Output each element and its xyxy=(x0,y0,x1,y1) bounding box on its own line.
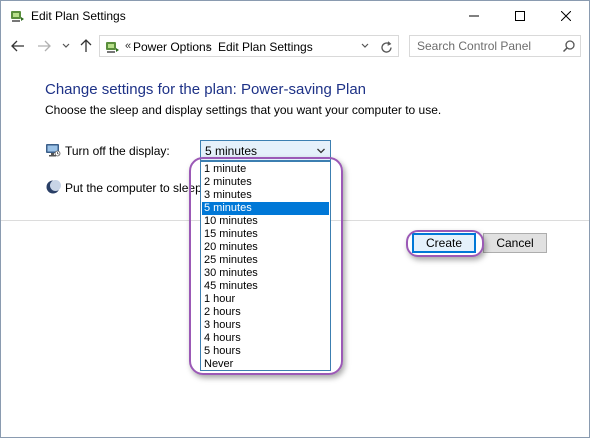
create-button[interactable]: Create xyxy=(412,233,476,253)
chevron-down-icon xyxy=(62,43,70,48)
minimize-icon xyxy=(469,15,479,17)
display-timeout-label: Turn off the display: xyxy=(65,144,170,158)
dropdown-option[interactable]: Never xyxy=(202,358,329,371)
maximize-button[interactable] xyxy=(497,1,543,31)
forward-arrow-icon xyxy=(38,40,51,52)
minimize-button[interactable] xyxy=(451,1,497,31)
navigation-bar: « Power Options › Edit Plan Settings xyxy=(1,32,589,60)
display-timeout-value: 5 minutes xyxy=(205,144,258,158)
dropdown-option[interactable]: 45 minutes xyxy=(202,280,329,293)
window: Edit Plan Settings « Power Options › Edi… xyxy=(0,0,590,438)
sleep-timeout-label: Put the computer to sleep: xyxy=(65,181,206,195)
display-timeout-options-list[interactable]: 1 minute 2 minutes 3 minutes 5 minutes 1… xyxy=(200,161,331,371)
dropdown-option[interactable]: 3 hours xyxy=(202,319,329,332)
refresh-button[interactable] xyxy=(378,39,394,55)
chevron-down-icon xyxy=(361,43,369,48)
forward-button[interactable] xyxy=(35,37,53,55)
search-icon[interactable] xyxy=(562,39,576,53)
search-box[interactable] xyxy=(409,35,581,57)
page-heading: Change settings for the plan: Power-savi… xyxy=(45,81,367,98)
dropdown-option[interactable]: 2 minutes xyxy=(202,176,329,189)
close-button[interactable] xyxy=(543,1,589,31)
up-button[interactable] xyxy=(77,37,95,55)
dropdown-option[interactable]: 3 minutes xyxy=(202,189,329,202)
cancel-button[interactable]: Cancel xyxy=(483,233,547,253)
dropdown-option[interactable]: 1 hour xyxy=(202,293,329,306)
search-input[interactable] xyxy=(410,36,567,56)
power-options-icon xyxy=(11,11,24,22)
title-bar: Edit Plan Settings xyxy=(1,1,589,31)
dropdown-option[interactable]: 20 minutes xyxy=(202,241,329,254)
dropdown-option[interactable]: 25 minutes xyxy=(202,254,329,267)
up-arrow-icon xyxy=(80,39,92,52)
refresh-icon xyxy=(380,40,392,53)
breadcrumb-power-options[interactable]: Power Options xyxy=(133,40,212,54)
chevron-down-icon xyxy=(317,148,325,154)
close-icon xyxy=(561,11,571,21)
back-arrow-icon xyxy=(11,40,24,52)
breadcrumb-separator-icon[interactable]: › xyxy=(206,39,210,53)
dropdown-option[interactable]: 15 minutes xyxy=(202,228,329,241)
dropdown-option[interactable]: 30 minutes xyxy=(202,267,329,280)
back-button[interactable] xyxy=(9,37,27,55)
dropdown-option[interactable]: 10 minutes xyxy=(202,215,329,228)
control-panel-icon xyxy=(106,42,119,53)
page-description: Choose the sleep and display settings th… xyxy=(45,103,442,117)
dropdown-option[interactable]: 4 hours xyxy=(202,332,329,345)
address-bar[interactable]: « Power Options › Edit Plan Settings xyxy=(99,35,399,57)
dropdown-option[interactable]: 2 hours xyxy=(202,306,329,319)
overflow-chevrons[interactable]: « xyxy=(125,40,131,52)
address-dropdown-button[interactable] xyxy=(358,39,372,53)
maximize-icon xyxy=(515,11,525,21)
dropdown-option[interactable]: 1 minute xyxy=(202,163,329,176)
window-title: Edit Plan Settings xyxy=(31,9,126,23)
display-timeout-select[interactable]: 5 minutes xyxy=(200,140,331,161)
recent-locations-button[interactable] xyxy=(57,37,75,55)
dropdown-option-selected[interactable]: 5 minutes xyxy=(202,202,329,215)
dropdown-option[interactable]: 5 hours xyxy=(202,345,329,358)
breadcrumb-edit-plan-settings[interactable]: Edit Plan Settings xyxy=(218,40,313,54)
moon-icon xyxy=(46,180,61,194)
monitor-icon xyxy=(46,144,61,157)
